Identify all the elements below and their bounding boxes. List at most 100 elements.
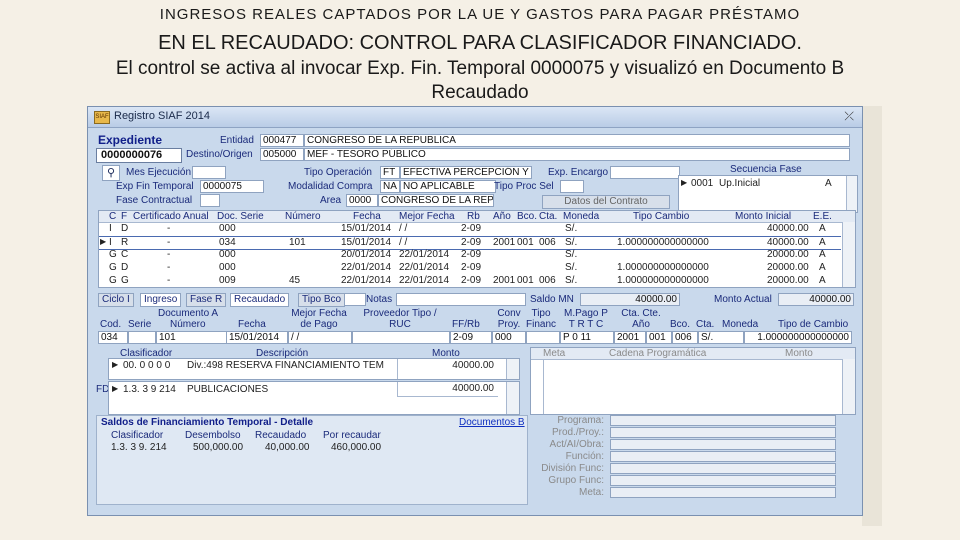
area-value[interactable]: CONGRESO DE LA REPUBLICA bbox=[378, 194, 494, 207]
destino-name-field[interactable]: MEF - TESORO PÚBLICO bbox=[304, 148, 850, 161]
exp-encargo-field[interactable] bbox=[610, 166, 680, 179]
doc-cta[interactable]: 006 bbox=[672, 331, 698, 344]
fases-cell-serie: 009 bbox=[219, 275, 236, 286]
doc-header-conv: Conv Proy. bbox=[497, 308, 521, 330]
destino-code-field[interactable]: 005000 bbox=[260, 148, 304, 161]
row-pointer-icon: ▶ bbox=[681, 178, 688, 187]
entidad-label: Entidad bbox=[220, 135, 254, 146]
slide-subtitle-1: EN EL RECAUDADO: CONTROL PARA CLASIFICAD… bbox=[158, 32, 802, 54]
fases-cell-moneda: S/. bbox=[565, 275, 578, 286]
mes-ejecucion-field[interactable] bbox=[192, 166, 226, 179]
fases-row[interactable]: G C - 000 20/01/2014 22/01/2014 2-09 S/. 20000.0… bbox=[99, 249, 841, 261]
expediente-field[interactable]: 0000000076 bbox=[96, 148, 182, 163]
doc-mejor-fecha[interactable]: / / bbox=[288, 331, 352, 344]
fases-cell-f: R bbox=[121, 237, 129, 248]
doc-header-cod: Cod. bbox=[100, 319, 122, 330]
doc-anio[interactable]: 2001 bbox=[614, 331, 646, 344]
fases-cell-c: I bbox=[109, 237, 112, 248]
entidad-name-field[interactable]: CONGRESO DE LA REPUBLICA bbox=[304, 134, 850, 147]
doc-conv[interactable]: 000 bbox=[492, 331, 526, 344]
doc-moneda[interactable]: S/. bbox=[698, 331, 744, 344]
meta-scrollbar[interactable] bbox=[842, 359, 855, 414]
fases-row[interactable]: ▶ I R - 034 101 15/01/2014 / / 2-09 2001 001 006 S/.… bbox=[99, 236, 841, 250]
secuencia-name[interactable]: Up.Inicial bbox=[719, 178, 760, 189]
fases-row[interactable]: G G - 009 45 22/01/2014 22/01/2014 2-09 2001 001 0… bbox=[99, 275, 841, 287]
close-icon[interactable]: ⤫ bbox=[844, 109, 854, 124]
modalidad-code[interactable]: NA bbox=[380, 180, 400, 193]
meta-monto-col: Monto bbox=[785, 348, 813, 359]
tipo-operacion-code[interactable]: FT bbox=[380, 166, 400, 179]
tipo-bco-field[interactable] bbox=[344, 293, 366, 306]
exp-fin-temporal-field[interactable]: 0000075 bbox=[200, 180, 264, 193]
fases-cell-c: I bbox=[109, 223, 112, 234]
col-f: F bbox=[121, 211, 128, 222]
saldos-section: Saldos de Financiamiento Temporal - Deta… bbox=[96, 415, 528, 505]
doc-bco[interactable]: 001 bbox=[646, 331, 672, 344]
doc-header-mejor-fecha: Mejor Fecha de Pago bbox=[291, 308, 347, 330]
fases-cell-ee: A bbox=[819, 249, 826, 260]
fases-cell-tc: 1.000000000000000 bbox=[617, 262, 709, 273]
fases-cell-anio: 2001 bbox=[493, 237, 516, 248]
fases-cell-bco: 001 bbox=[517, 237, 534, 248]
tipo-bco-button[interactable]: Tipo Bco bbox=[298, 293, 346, 307]
doc-tipo-cambio[interactable]: 1.000000000000000 bbox=[744, 331, 852, 344]
window-title: Registro SIAF 2014 bbox=[114, 110, 210, 122]
fases-cell-f: C bbox=[121, 249, 129, 260]
clasificador-row-1[interactable]: ▶ 00. 0 0 0 0 Div.:498 RESERVA FINANCIAM… bbox=[108, 358, 520, 380]
entidad-code-field[interactable]: 000477 bbox=[260, 134, 304, 147]
modalidad-value[interactable]: NO APLICABLE bbox=[400, 180, 496, 193]
doc-numero[interactable]: 101 bbox=[156, 331, 228, 344]
fases-cell-serie: 034 bbox=[219, 237, 236, 248]
doc-tipo-financ[interactable] bbox=[526, 331, 560, 344]
binoculars-icon[interactable]: ⚲ bbox=[102, 165, 120, 181]
doc-header-serie: Serie bbox=[128, 319, 152, 330]
tipo-proc-sel-field[interactable] bbox=[560, 180, 584, 193]
doc-fecha[interactable]: 15/01/2014 bbox=[226, 331, 288, 344]
fase-value[interactable]: Recaudado bbox=[230, 293, 290, 307]
fases-cell-rb: 2-09 bbox=[461, 223, 482, 234]
fase-contractual-field[interactable] bbox=[200, 194, 220, 207]
fases-cell-cta: 006 bbox=[539, 275, 556, 286]
fases-cell-rb: 2-09 bbox=[461, 237, 482, 248]
secuencia-flag: A bbox=[825, 178, 832, 189]
area-code[interactable]: 0000 bbox=[346, 194, 378, 207]
fases-cell-c: G bbox=[109, 249, 117, 260]
col-bco: Bco. bbox=[517, 211, 538, 222]
saldos-recaudado: 40,000.00 bbox=[265, 442, 310, 453]
fases-cell-tc: 1.000000000000000 bbox=[617, 275, 709, 286]
fases-cell-mejor: / / bbox=[399, 237, 408, 248]
saldos-desembolso: 500,000.00 bbox=[193, 442, 244, 453]
clasificador-scrollbar[interactable] bbox=[506, 359, 519, 379]
secuencia-scrollbar[interactable] bbox=[846, 176, 857, 212]
doc-header-mpago: M.Pago P T R T C bbox=[564, 308, 608, 330]
fases-cell-monto: 20000.00 bbox=[767, 275, 809, 286]
ciclo-value[interactable]: Ingreso bbox=[140, 293, 182, 307]
fases-row[interactable]: G D - 000 22/01/2014 22/01/2014 2-09 S/. 1.00000… bbox=[99, 262, 841, 274]
fases-row[interactable]: I D - 000 15/01/2014 / / 2-09 S/. 40000.00 A bbox=[99, 223, 841, 235]
documentos-b-link[interactable]: Documentos B bbox=[459, 417, 525, 428]
window-frame-edge bbox=[862, 106, 882, 526]
fases-cell-cert: - bbox=[167, 262, 171, 273]
notas-field[interactable] bbox=[396, 293, 526, 306]
clas-row2-code: 1.3. 3 9 214 bbox=[123, 384, 176, 395]
datos-contrato-button[interactable]: Datos del Contrato bbox=[542, 195, 670, 209]
saldo-mn-label: Saldo MN bbox=[530, 294, 574, 305]
mes-ejecucion-label: Mes Ejecución bbox=[126, 167, 192, 178]
fases-cell-cert: - bbox=[167, 223, 171, 234]
col-anio: Año bbox=[493, 211, 511, 222]
doc-ffrb[interactable]: 2-09 bbox=[450, 331, 492, 344]
fases-cell-serie: 000 bbox=[219, 249, 236, 260]
siaf-app-icon: SIAF bbox=[94, 111, 110, 124]
fases-cell-monto: 40000.00 bbox=[767, 223, 809, 234]
tipo-operacion-value[interactable]: EFECTIVA PERCEPCIÓN Y bbox=[400, 166, 532, 179]
clasificador-2-scrollbar[interactable] bbox=[506, 382, 519, 414]
doc-ptrtc[interactable]: P 0 11 bbox=[560, 331, 614, 344]
secuencia-code[interactable]: 0001 bbox=[691, 178, 713, 189]
meta-field-value bbox=[610, 439, 836, 450]
doc-header-moneda: Moneda bbox=[722, 319, 759, 330]
fases-scrollbar[interactable] bbox=[842, 222, 855, 287]
doc-cod[interactable]: 034 bbox=[98, 331, 128, 344]
clasificador-row-2[interactable]: ▶ 1.3. 3 9 214 PUBLICACIONES 40000.00 bbox=[108, 381, 520, 415]
doc-proveedor[interactable] bbox=[352, 331, 450, 344]
doc-serie[interactable] bbox=[128, 331, 156, 344]
